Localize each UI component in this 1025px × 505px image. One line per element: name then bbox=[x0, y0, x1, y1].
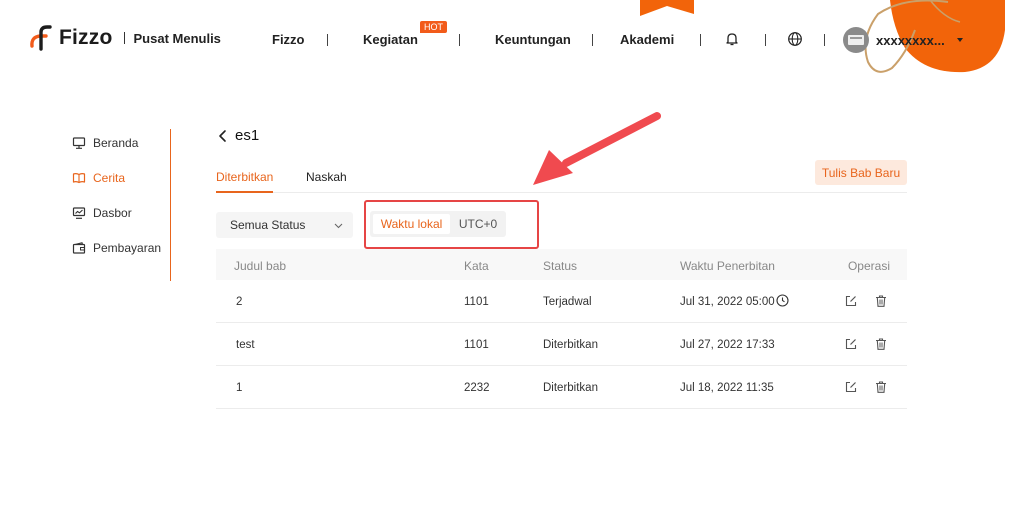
chapter-title[interactable]: 1 bbox=[236, 382, 242, 394]
word-count: 1101 bbox=[464, 339, 489, 351]
chart-icon bbox=[72, 206, 86, 219]
column-header-title: Judul bab bbox=[234, 259, 287, 273]
edit-icon[interactable] bbox=[844, 294, 858, 308]
tab-bar: Diterbitkan Naskah bbox=[216, 170, 907, 193]
word-count: 2232 bbox=[464, 382, 490, 394]
trash-icon[interactable] bbox=[874, 337, 888, 351]
nav-divider bbox=[459, 34, 460, 46]
nav-divider bbox=[592, 34, 593, 46]
sidebar-item-dasbor[interactable]: Dasbor bbox=[72, 195, 172, 230]
sidebar-divider bbox=[170, 129, 171, 281]
status-filter-value: Semua Status bbox=[230, 218, 306, 232]
publish-time: Jul 31, 2022 05:00 bbox=[680, 296, 775, 308]
fizzo-logo-icon bbox=[30, 25, 52, 51]
nav-fizzo[interactable]: Fizzo bbox=[272, 32, 305, 47]
nav-divider bbox=[327, 34, 328, 46]
nav-akademi[interactable]: Akademi bbox=[620, 32, 674, 47]
wallet-icon bbox=[72, 241, 86, 254]
timezone-local-option[interactable]: Waktu lokal bbox=[373, 214, 450, 234]
user-menu[interactable]: xxxxxxxx... bbox=[843, 27, 963, 53]
top-header: Fizzo Pusat Menulis Fizzo Kegiatan HOT K… bbox=[0, 0, 1025, 80]
chapter-status: Terjadwal bbox=[543, 296, 592, 308]
page-title: es1 bbox=[235, 127, 260, 144]
sidebar: Beranda Cerita Dasbor Pembayaran bbox=[72, 125, 172, 265]
chapter-status: Diterbitkan bbox=[543, 382, 598, 394]
book-icon bbox=[72, 172, 86, 183]
sidebar-item-label: Cerita bbox=[93, 170, 126, 185]
edit-icon[interactable] bbox=[844, 337, 858, 351]
sidebar-item-pembayaran[interactable]: Pembayaran bbox=[72, 230, 172, 265]
nav-kegiatan[interactable]: Kegiatan bbox=[363, 32, 418, 47]
column-header-status: Status bbox=[543, 259, 578, 273]
new-chapter-button[interactable]: Tulis Bab Baru bbox=[815, 160, 907, 185]
nav-divider bbox=[824, 34, 825, 46]
word-count: 1101 bbox=[464, 296, 489, 308]
table-header: Judul bab Kata Status Waktu Penerbitan O… bbox=[216, 249, 907, 280]
chevron-down-icon bbox=[956, 38, 963, 42]
hot-badge: HOT bbox=[420, 21, 447, 33]
chapter-table: Judul bab Kata Status Waktu Penerbitan O… bbox=[216, 249, 907, 409]
timezone-toggle: Waktu lokal UTC+0 bbox=[370, 211, 506, 237]
brand-subtitle: Pusat Menulis bbox=[133, 30, 221, 46]
username: xxxxxxxx... bbox=[876, 32, 945, 48]
globe-icon[interactable] bbox=[787, 31, 803, 47]
nav-divider bbox=[765, 34, 766, 46]
monitor-icon bbox=[72, 136, 86, 149]
sidebar-item-cerita[interactable]: Cerita bbox=[72, 160, 172, 195]
table-row: 2 1101 Terjadwal Jul 31, 2022 05:00 bbox=[216, 280, 907, 323]
brand-divider bbox=[123, 32, 125, 44]
sidebar-item-label: Beranda bbox=[93, 135, 139, 150]
sidebar-item-label: Dasbor bbox=[93, 205, 132, 220]
trash-icon[interactable] bbox=[874, 380, 888, 394]
column-header-operations: Operasi bbox=[847, 259, 890, 273]
nav-divider bbox=[700, 34, 701, 46]
brand-logo[interactable]: Fizzo Pusat Menulis bbox=[28, 25, 221, 51]
publish-time: Jul 18, 2022 11:35 bbox=[680, 382, 774, 394]
status-filter-select[interactable]: Semua Status bbox=[216, 212, 353, 238]
chevron-down-icon bbox=[334, 223, 343, 229]
edit-icon[interactable] bbox=[844, 380, 858, 394]
nav-keuntungan[interactable]: Keuntungan bbox=[495, 32, 571, 47]
table-row: test 1101 Diterbitkan Jul 27, 2022 17:33 bbox=[216, 323, 907, 366]
avatar bbox=[843, 27, 869, 53]
sidebar-item-label: Pembayaran bbox=[93, 240, 162, 255]
chapter-status: Diterbitkan bbox=[543, 339, 598, 351]
clock-icon bbox=[776, 294, 789, 307]
bell-icon[interactable] bbox=[724, 31, 740, 47]
brand-name: Fizzo bbox=[59, 26, 113, 49]
tab-diterbitkan[interactable]: Diterbitkan bbox=[216, 170, 274, 193]
trash-icon[interactable] bbox=[874, 294, 888, 308]
table-row: 1 2232 Diterbitkan Jul 18, 2022 11:35 bbox=[216, 366, 907, 409]
tab-naskah[interactable]: Naskah bbox=[306, 170, 347, 192]
back-button[interactable]: es1 bbox=[216, 127, 259, 144]
column-header-words: Kata bbox=[464, 259, 489, 273]
chapter-title[interactable]: 2 bbox=[236, 296, 242, 308]
column-header-publish-time: Waktu Penerbitan bbox=[680, 259, 775, 273]
sidebar-item-beranda[interactable]: Beranda bbox=[72, 125, 172, 160]
chevron-left-icon bbox=[219, 129, 226, 142]
publish-time: Jul 27, 2022 17:33 bbox=[680, 339, 775, 351]
chapter-title[interactable]: test bbox=[236, 339, 255, 351]
timezone-utc-option[interactable]: UTC+0 bbox=[450, 211, 506, 237]
